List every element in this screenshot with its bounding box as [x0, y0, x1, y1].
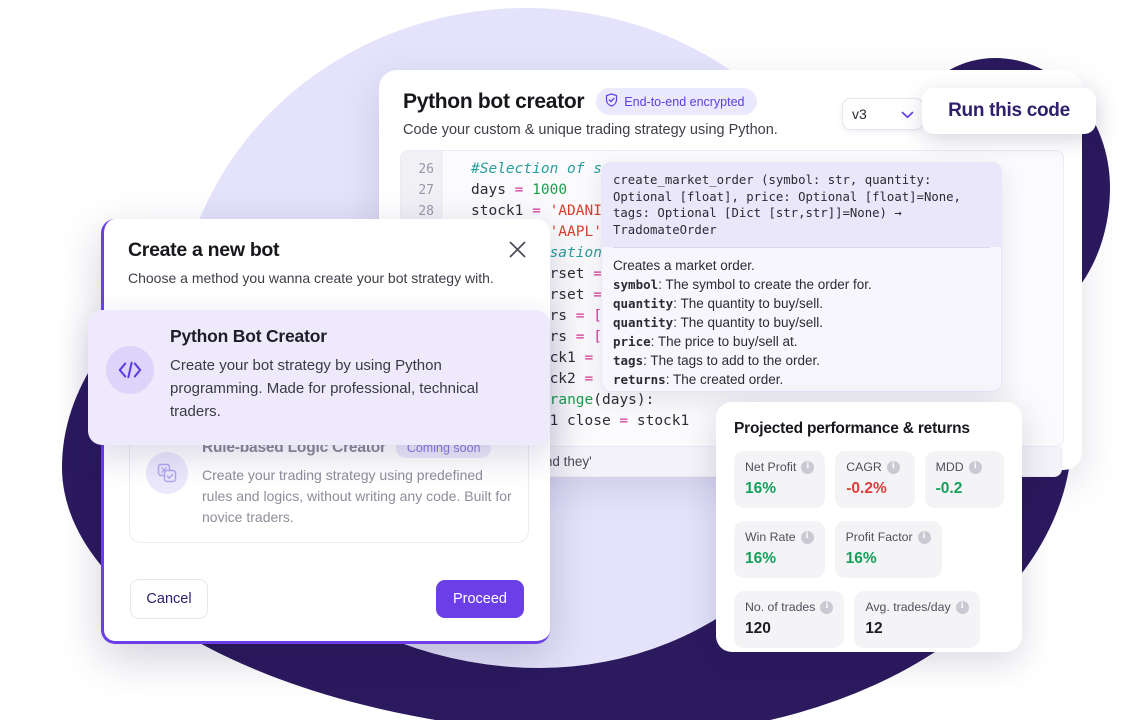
metric-value: 16%: [845, 550, 877, 567]
metric-label-row: Avg. trades/day i: [865, 600, 969, 614]
info-icon[interactable]: i: [955, 600, 969, 614]
performance-card-title: Projected performance & returns: [734, 420, 970, 437]
run-code-button[interactable]: Run this code: [922, 88, 1096, 134]
metric-value: 120: [745, 620, 771, 637]
metric-label-row: MDD i: [936, 460, 993, 474]
param-description: : The symbol to create the order for.: [658, 277, 872, 292]
option-body: Python Bot Creator Create your bot strat…: [170, 326, 532, 429]
grid-spacer: [952, 521, 1004, 578]
metric-tile: MDD i -0.2: [924, 451, 1005, 508]
option-python-bot-creator[interactable]: Python Bot Creator Create your bot strat…: [88, 310, 550, 445]
grid-spacer: [990, 591, 1004, 648]
performance-metrics: Net Profit i 16% CAGR i -0.2% MDD i -0.2 Win Rate…: [734, 451, 1005, 648]
function-description: Creates a market order.: [613, 258, 755, 273]
metric-tile: No. of trades i 120: [734, 591, 845, 648]
option-body: Rule-based Logic Creator Coming soon Cre…: [202, 438, 512, 528]
option-title: Python Bot Creator: [170, 326, 327, 346]
metric-label-row: Net Profit i: [745, 460, 815, 474]
version-select[interactable]: v3: [842, 98, 924, 130]
param-name: symbol: [613, 277, 659, 292]
version-select-value: v3: [852, 106, 867, 122]
info-icon[interactable]: i: [886, 460, 900, 474]
metric-value: -0.2: [935, 480, 963, 497]
metric-tile: CAGR i -0.2%: [835, 451, 915, 508]
metric-label-row: Profit Factor i: [846, 530, 931, 544]
param-name: tags: [613, 353, 644, 368]
rules-blocks-icon: [146, 452, 188, 494]
param-name: price: [613, 334, 651, 349]
metric-value: 12: [865, 620, 883, 637]
function-param: quantity: The quantity to buy/sell.: [602, 292, 1001, 311]
function-param: quantity: The quantity to buy/sell.: [602, 311, 1001, 330]
metric-value: 16%: [745, 480, 777, 497]
metric-label: MDD: [935, 460, 964, 474]
chevron-down-icon: [901, 106, 914, 122]
function-docs-panel: create_market_order (symbol: str, quanti…: [601, 162, 1002, 392]
function-param: price: The price to buy/sell at.: [602, 330, 1001, 349]
metric-value: 16%: [745, 550, 777, 567]
shield-check-icon: [605, 93, 618, 110]
metric-label: Net Profit: [745, 460, 797, 474]
param-description: : The quantity to buy/sell.: [673, 315, 824, 330]
screenshot-stage: Python bot creator End-to-end encrypted …: [0, 0, 1128, 720]
param-description: : The created order.: [665, 372, 784, 387]
performance-row: No. of trades i 120 Avg. trades/day i 12: [734, 591, 1004, 648]
projected-performance-card: Projected performance & returns Net Prof…: [716, 402, 1022, 652]
metric-tile: Net Profit i 16%: [734, 451, 826, 508]
function-signature: create_market_order (symbol: str, quanti…: [602, 163, 1001, 247]
info-icon[interactable]: i: [820, 600, 834, 614]
metric-label: CAGR: [846, 460, 882, 474]
option-description: Create your bot strategy by using Python…: [170, 357, 479, 420]
metric-label: Avg. trades/day: [865, 600, 951, 614]
cancel-button[interactable]: Cancel: [130, 579, 208, 619]
metric-label-row: No. of trades i: [745, 600, 834, 614]
param-description: : The price to buy/sell at.: [650, 334, 798, 349]
encryption-badge: End-to-end encrypted: [596, 88, 757, 115]
param-name: quantity: [613, 296, 674, 311]
function-params-list: symbol: The symbol to create the order f…: [602, 273, 1001, 387]
modal-subtitle: Choose a method you wanna create your bo…: [128, 270, 494, 286]
metric-label: Win Rate: [745, 530, 796, 544]
info-icon[interactable]: i: [968, 460, 982, 474]
info-icon[interactable]: i: [800, 530, 814, 544]
function-param: returns: The created order.: [602, 368, 1001, 387]
performance-row: Net Profit i 16% CAGR i -0.2% MDD i -0.2: [734, 451, 1005, 508]
modal-footer: Cancel Proceed: [104, 579, 550, 619]
metric-label-row: CAGR i: [846, 460, 903, 474]
param-description: : The quantity to buy/sell.: [673, 296, 824, 311]
metric-value: -0.2%: [846, 480, 887, 497]
encryption-badge-label: End-to-end encrypted: [624, 94, 745, 109]
param-name: quantity: [613, 315, 674, 330]
modal-title: Create a new bot: [128, 239, 280, 261]
metric-tile: Avg. trades/day i 12: [854, 591, 980, 648]
close-icon[interactable]: [504, 236, 530, 262]
metric-label: Profit Factor: [845, 530, 913, 544]
option-description: Create your trading strategy using prede…: [202, 467, 512, 525]
proceed-button[interactable]: Proceed: [436, 580, 524, 618]
code-brackets-icon: [106, 346, 154, 394]
performance-row: Win Rate i 16% Profit Factor i 16%: [734, 521, 1004, 578]
line-number: 27: [418, 183, 434, 198]
info-icon[interactable]: i: [801, 460, 815, 474]
param-name: returns: [613, 372, 666, 387]
modal-header: Create a new bot Choose a method you wan…: [104, 219, 550, 286]
line-number: 26: [418, 162, 434, 177]
metric-label-row: Win Rate i: [745, 530, 814, 544]
metric-label: No. of trades: [745, 600, 816, 614]
param-description: : The tags to add to the order.: [643, 353, 820, 368]
metric-tile: Win Rate i 16%: [734, 521, 825, 578]
function-param: symbol: The symbol to create the order f…: [602, 273, 1001, 292]
option-title-row: Python Bot Creator: [170, 326, 532, 347]
function-param: tags: The tags to add to the order.: [602, 349, 1001, 368]
page-title: Python bot creator: [403, 89, 585, 113]
metric-tile: Profit Factor i 16%: [834, 521, 942, 578]
info-icon[interactable]: i: [917, 530, 931, 544]
